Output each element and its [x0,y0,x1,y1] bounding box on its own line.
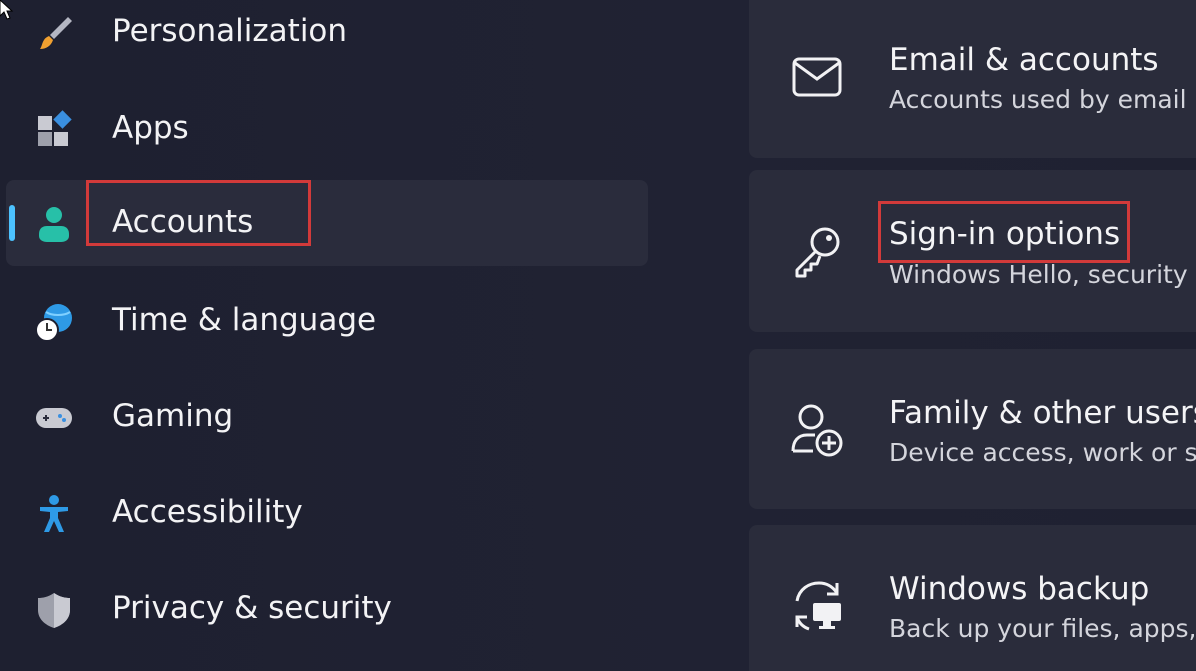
sidebar-item-accounts[interactable]: Accounts [6,180,648,266]
sidebar-item-label: Privacy & security [112,590,392,626]
selected-indicator [9,205,15,241]
card-title: Family & other users [889,395,1196,431]
card-title: Windows backup [889,571,1150,607]
card-family-other-users[interactable]: Family & other users Device access, work… [749,349,1196,509]
person-icon [34,204,74,244]
sidebar-item-apps[interactable]: Apps [6,86,648,172]
sidebar-item-time-language[interactable]: Time & language [6,278,648,364]
key-icon [789,222,845,278]
sidebar-item-label: Accounts [112,204,254,240]
accessibility-icon [34,494,74,534]
sidebar-item-privacy-security[interactable]: Privacy & security [6,566,648,652]
globe-clock-icon [34,302,74,342]
paintbrush-icon [34,13,74,53]
card-email-accounts[interactable]: Email & accounts Accounts used by email [749,0,1196,158]
card-title: Sign-in options [889,216,1121,252]
card-description: Windows Hello, security [889,260,1188,289]
sync-pc-icon [789,577,845,633]
sidebar-item-label: Accessibility [112,494,303,530]
sidebar-item-label: Gaming [112,398,234,434]
shield-icon [34,590,74,630]
apps-icon [34,110,74,150]
card-description: Device access, work or s [889,438,1196,467]
settings-window: Personalization Apps Accounts Time & lan… [0,0,1196,671]
sidebar-item-accessibility[interactable]: Accessibility [6,470,648,556]
sidebar-item-label: Apps [112,110,189,146]
person-add-icon [789,401,845,457]
card-sign-in-options[interactable]: Sign-in options Windows Hello, security [749,170,1196,332]
sidebar-item-label: Personalization [112,13,348,49]
card-description: Back up your files, apps, [889,614,1196,643]
sidebar-item-gaming[interactable]: Gaming [6,374,648,460]
card-description: Accounts used by email [889,85,1187,114]
gamepad-icon [34,398,74,438]
sidebar-item-label: Time & language [112,302,377,338]
card-title: Email & accounts [889,42,1159,78]
card-windows-backup[interactable]: Windows backup Back up your files, apps, [749,525,1196,671]
sidebar-item-personalization[interactable]: Personalization [6,0,648,75]
mail-icon [789,49,845,105]
